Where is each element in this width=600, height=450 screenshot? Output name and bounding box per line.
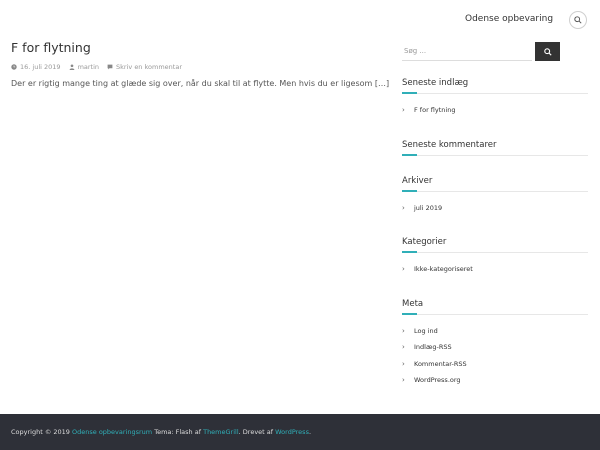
meta-link-posts-rss[interactable]: Indlæg-RSS: [414, 343, 452, 351]
chevron-right-icon: ›: [402, 203, 405, 212]
widget-recent-comments: Seneste kommentarer: [402, 140, 588, 156]
footer-separator: .: [238, 428, 241, 436]
footer-site-link[interactable]: Odense opbevaringsrum: [72, 428, 152, 436]
post-article: F for flytning 16. juli 2019 martin Skri…: [11, 40, 391, 89]
post-date-text: 16. juli 2019: [20, 63, 61, 71]
list-item[interactable]: › Indlæg-RSS: [402, 339, 588, 356]
clock-icon: [11, 64, 17, 70]
widget-categories: Kategorier › Ikke-kategoriseret: [402, 237, 588, 278]
chevron-right-icon: ›: [402, 326, 405, 335]
list-item[interactable]: › F for flytning: [402, 102, 588, 119]
footer-powered-text: Drevet af: [242, 428, 274, 436]
widget-recent-posts: Seneste indlæg › F for flytning: [402, 78, 588, 119]
site-header: Odense opbevaring: [0, 0, 600, 38]
site-footer: Copyright © 2019 Odense opbevaringsrum T…: [0, 414, 600, 450]
post-title-link[interactable]: F for flytning: [11, 40, 391, 55]
widget-title-recent-posts: Seneste indlæg: [402, 78, 588, 94]
meta-link-login[interactable]: Log ind: [414, 327, 438, 335]
search-input[interactable]: [402, 42, 532, 61]
search-icon: [543, 47, 552, 56]
footer-wordpress-link[interactable]: WordPress: [275, 428, 309, 436]
footer-copyright: Copyright © 2019 Odense opbevaringsrum T…: [11, 428, 311, 436]
list-item[interactable]: › juli 2019: [402, 200, 588, 217]
recent-post-link[interactable]: F for flytning: [414, 106, 455, 114]
comment-icon: [107, 64, 113, 70]
widget-meta: Meta › Log ind › Indlæg-RSS › Kommentar-RSS…: [402, 299, 588, 389]
list-item[interactable]: › Log ind: [402, 323, 588, 340]
chevron-right-icon: ›: [402, 106, 405, 115]
post-author[interactable]: martin: [69, 63, 99, 71]
footer-copyright-prefix: Copyright © 2019: [11, 428, 70, 436]
footer-theme-text: Tema: Flash af: [154, 428, 202, 436]
post-comment-link[interactable]: Skriv en kommentar: [107, 63, 182, 71]
archive-link[interactable]: juli 2019: [414, 204, 442, 212]
search-icon: [574, 16, 582, 24]
meta-link-comments-rss[interactable]: Kommentar-RSS: [414, 360, 467, 368]
chevron-right-icon: ›: [402, 343, 405, 352]
post-excerpt: Der er rigtig mange ting at glæde sig ov…: [11, 79, 390, 88]
footer-theme-link[interactable]: ThemeGrill: [203, 428, 239, 436]
widget-title-archives: Arkiver: [402, 176, 588, 192]
sidebar-search-form: [402, 42, 588, 61]
sidebar: Seneste indlæg › F for flytning Seneste k…: [402, 42, 588, 389]
search-submit-button[interactable]: [535, 42, 560, 61]
meta-link-wordpress[interactable]: WordPress.org: [414, 376, 461, 384]
post-author-text: martin: [77, 63, 100, 71]
chevron-right-icon: ›: [402, 265, 405, 274]
list-item[interactable]: › WordPress.org: [402, 372, 588, 389]
footer-separator: .: [308, 428, 312, 436]
category-link[interactable]: Ikke-kategoriseret: [414, 265, 473, 273]
chevron-right-icon: ›: [402, 359, 405, 368]
post-meta: 16. juli 2019 martin Skriv en kommentar: [11, 63, 391, 71]
list-item[interactable]: › Ikke-kategoriseret: [402, 261, 588, 278]
list-item[interactable]: › Kommentar-RSS: [402, 356, 588, 373]
chevron-right-icon: ›: [402, 376, 405, 385]
widget-title-recent-comments: Seneste kommentarer: [402, 140, 588, 156]
post-comment-text: Skriv en kommentar: [116, 63, 182, 71]
header-search-button[interactable]: [569, 11, 587, 29]
user-icon: [69, 64, 74, 70]
widget-title-categories: Kategorier: [402, 237, 588, 253]
site-title-link[interactable]: Odense opbevaring: [465, 14, 553, 24]
post-date[interactable]: 16. juli 2019: [11, 63, 61, 71]
widget-title-meta: Meta: [402, 299, 588, 315]
widget-archives: Arkiver › juli 2019: [402, 176, 588, 217]
